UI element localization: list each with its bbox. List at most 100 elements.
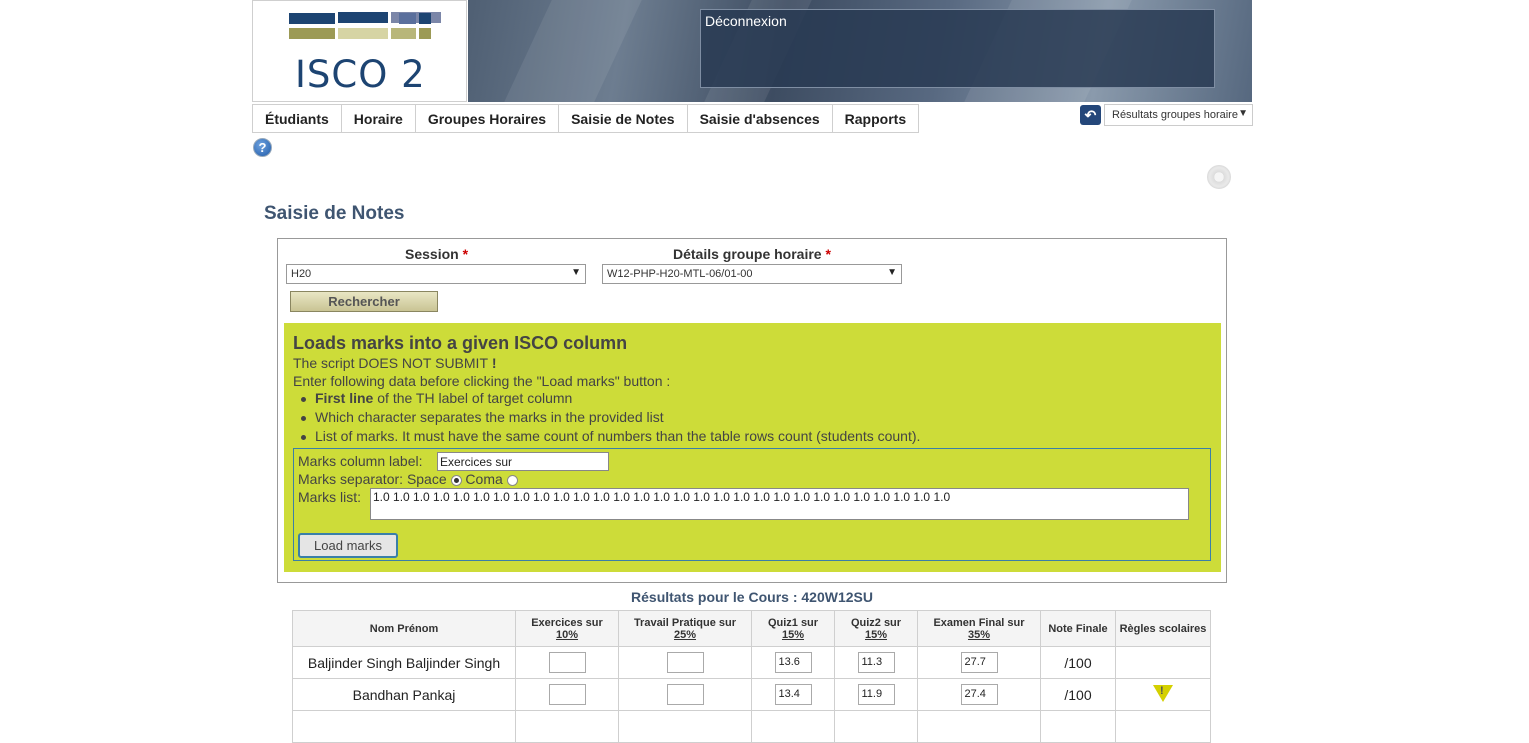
final-input[interactable]: 27.4 [960,684,998,705]
separator-space-label: Space [406,471,447,487]
quiz1-cell: 13.6 [751,646,835,679]
logo-text: ISCO 2 [295,53,426,96]
separator-row: Marks separator: Space Coma [298,471,518,487]
column-header-label: Note Finale [1048,622,1108,635]
marks-column-label: Marks column label: [298,453,423,469]
list-item: First line of the TH label of target col… [301,390,572,406]
tp-cell [618,646,752,679]
quiz2-cell: 11.3 [834,646,918,679]
bullet-text: Which character separates the marks in t… [315,409,664,425]
group-label-text: Détails groupe horaire [673,246,822,262]
tab-saisie-absences[interactable]: Saisie d'absences [687,104,833,133]
marks-column-input[interactable]: Exercices sur [437,452,609,471]
session-label: Session * [405,246,468,262]
student-name [292,710,516,743]
column-header: Nom Prénom [292,610,516,647]
main-nav: Étudiants Horaire Groupes Horaires Saisi… [252,104,920,134]
required-mark: * [825,246,831,262]
load-marks-title: Loads marks into a given ISCO column [293,333,628,353]
search-button[interactable]: Rechercher [290,291,438,312]
exercices-cell [515,678,619,711]
session-select[interactable]: H20 ▼ [286,264,586,284]
help-icon[interactable]: ? [253,138,272,157]
required-mark: * [462,246,469,262]
column-header: Examen Final sur 35% [917,610,1041,647]
column-header-label: Travail Pratique sur [633,616,737,629]
column-header: Quiz2 sur 15% [834,610,918,647]
logout-panel: Déconnexion [700,9,1215,88]
quiz1-cell [751,710,835,743]
marks-list-textarea[interactable]: 1.0 1.0 1.0 1.0 1.0 1.0 1.0 1.0 1.0 1.0 … [370,488,1189,520]
page-title: Saisie de Notes [264,203,405,224]
logo-bar [289,28,335,39]
tp-input[interactable] [666,652,704,673]
separator-coma-label: Coma [465,471,503,487]
group-select[interactable]: W12-PHP-H20-MTL-06/01-00 ▼ [602,264,902,284]
final-cell: 27.7 [917,646,1041,679]
results-groups-select[interactable]: Résultats groupes horaire ▼ [1104,104,1253,126]
session-label-text: Session [405,246,459,262]
results-groups-select-value: Résultats groupes horaire [1112,109,1238,121]
quiz1-input[interactable]: 13.6 [774,652,812,673]
tp-input[interactable] [666,684,704,705]
column-header-label: Quiz1 sur [767,616,819,629]
script-note-bang: ! [488,355,497,371]
script-note-text: The script DOES NOT SUBMIT [293,355,488,371]
tab-groupes-horaires[interactable]: Groupes Horaires [415,104,560,133]
list-item: Which character separates the marks in t… [301,409,664,425]
back-icon[interactable]: ↶ [1080,105,1101,125]
separator-coma-radio[interactable] [506,474,518,486]
logout-link[interactable]: Déconnexion [705,13,787,29]
logo-bar [399,13,416,24]
column-header-label: Règles scolaires [1119,622,1207,635]
quiz2-input[interactable]: 11.3 [857,652,895,673]
exercices-input[interactable] [548,684,586,705]
column-header: Travail Pratique sur 25% [618,610,752,647]
rules-cell [1115,646,1211,679]
logo-bar [338,28,388,39]
exercices-input[interactable] [548,652,586,673]
quiz1-input[interactable]: 13.4 [774,684,812,705]
warning-glyph: ! [1160,684,1164,697]
logo: ISCO 2 [252,0,467,102]
load-marks-panel: Loads marks into a given ISCO column The… [284,323,1221,572]
bullet-bold: First line [315,390,374,406]
table-row: Baljinder Singh Baljinder Singh 13.6 11.… [292,646,1211,679]
exercices-cell [515,646,619,679]
logo-bar [419,13,431,24]
column-header-label: Nom Prénom [369,622,439,635]
separator-space-radio[interactable] [450,474,462,486]
group-select-value: W12-PHP-H20-MTL-06/01-00 [607,268,753,280]
group-label: Détails groupe horaire * [673,246,831,262]
rules-cell: ! [1115,678,1211,711]
quiz2-input[interactable]: 11.9 [857,684,895,705]
final-grade: /100 [1040,646,1116,679]
chevron-down-icon: ▼ [1238,108,1248,119]
logo-bar [391,28,416,39]
column-header: Exercices sur 10% [515,610,619,647]
tab-horaire[interactable]: Horaire [341,104,416,133]
load-marks-form: Marks column label: Exercices sur Marks … [293,448,1211,561]
warning-icon[interactable]: ! [1153,684,1173,702]
table-header-row: Nom Prénom Exercices sur 10% Travail Prat… [292,610,1211,647]
column-header-label: Examen Final sur [933,616,1025,629]
list-item: List of marks. It must have the same cou… [301,428,920,444]
final-cell [917,710,1041,743]
tab-saisie-de-notes[interactable]: Saisie de Notes [559,104,688,133]
logo-bar [338,12,388,23]
tab-rapports[interactable]: Rapports [832,104,920,133]
column-header: Quiz1 sur 15% [751,610,835,647]
column-weight: 15% [781,628,805,641]
tp-cell [618,678,752,711]
rules-cell [1115,710,1211,743]
chevron-down-icon: ▼ [571,267,581,278]
column-header-label: Quiz2 sur [850,616,902,629]
tab-etudiants[interactable]: Étudiants [252,104,342,133]
final-cell: 27.4 [917,678,1041,711]
student-name: Baljinder Singh Baljinder Singh [292,646,516,679]
load-marks-button[interactable]: Load marks [298,533,398,558]
final-input[interactable]: 27.7 [960,652,998,673]
session-select-value: H20 [291,268,312,280]
bullet-text: of the TH label of target column [373,390,573,406]
results-title: Résultats pour le Cours : 420W12SU [631,589,873,605]
